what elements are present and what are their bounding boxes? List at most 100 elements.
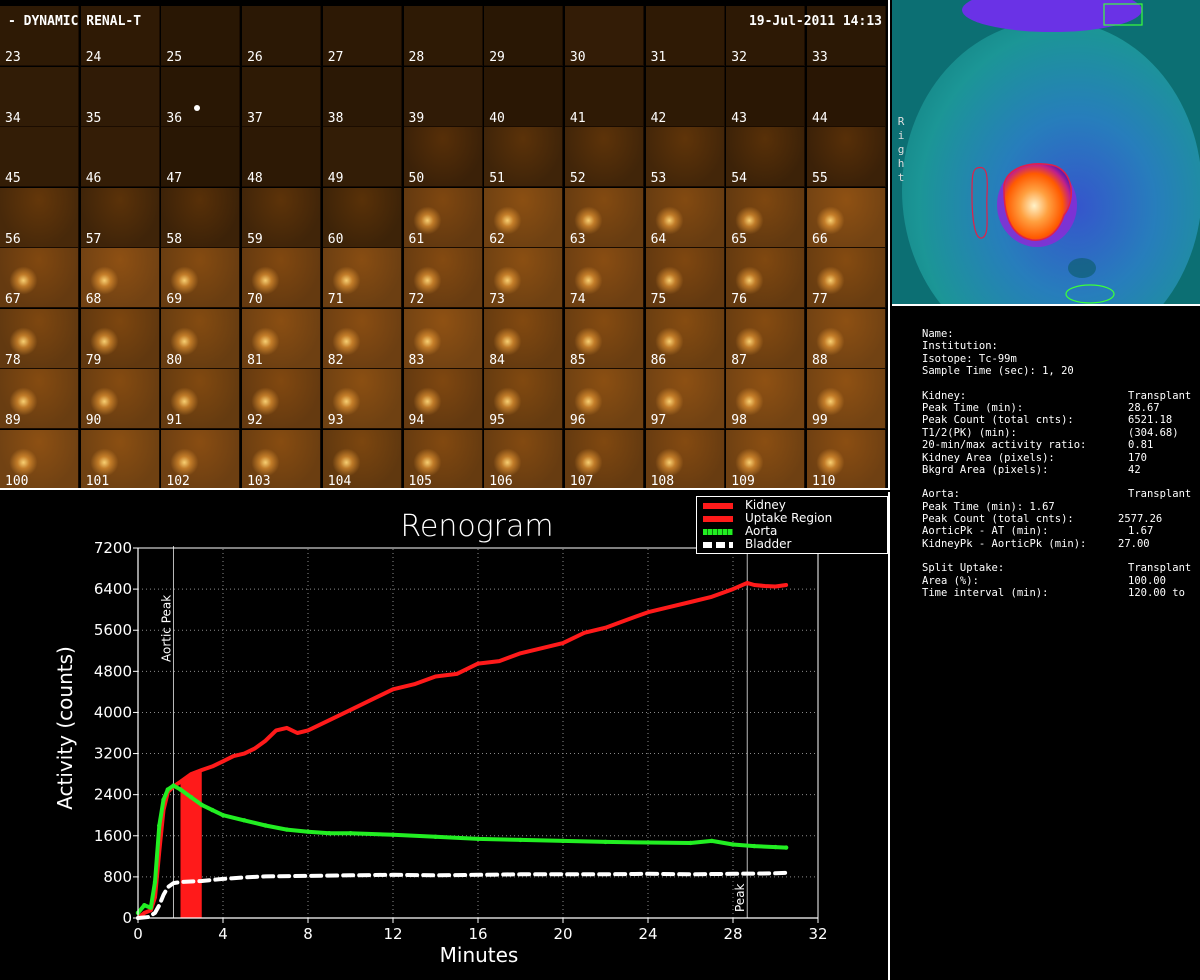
- frame-tile[interactable]: 81: [242, 308, 322, 369]
- frame-tile[interactable]: 69: [161, 248, 241, 308]
- frame-tile[interactable]: 43: [726, 66, 806, 127]
- series-line-kidney: [136, 580, 789, 920]
- series-layer: [135, 580, 789, 920]
- frame-tile[interactable]: 76: [726, 248, 806, 308]
- frame-tile[interactable]: 34: [0, 66, 79, 127]
- frame-tile[interactable]: 108: [645, 429, 725, 488]
- frame-tile[interactable]: 105: [403, 429, 483, 488]
- frame-tile[interactable]: 109: [726, 429, 806, 488]
- frame-tile[interactable]: 36: [161, 66, 241, 127]
- frame-tile[interactable]: 64: [645, 187, 725, 248]
- frame-tile[interactable]: 37: [242, 66, 322, 127]
- legend-item-aorta: Aorta: [697, 524, 887, 538]
- frame-tile[interactable]: 88: [807, 308, 886, 369]
- frame-tile[interactable]: 100: [0, 429, 79, 489]
- frame-tile[interactable]: 48: [242, 127, 322, 187]
- frame-tile[interactable]: 49: [322, 127, 402, 187]
- frames-grid: 23 24 25 26 27 28 29 30 31 32 33 34 35 36 37 38 39 40 41 42…: [0, 0, 888, 488]
- frame-tile[interactable]: 47: [161, 127, 241, 187]
- kidney-area-label: Kidney Area (pixels):: [922, 451, 1055, 464]
- frame-number: 30: [569, 50, 586, 65]
- frame-tile[interactable]: 92: [242, 369, 322, 429]
- frame-number: 53: [650, 171, 667, 186]
- frame-tile[interactable]: 66: [807, 187, 886, 248]
- frame-tile[interactable]: 84: [484, 308, 564, 369]
- frame-tile[interactable]: 83: [403, 308, 483, 369]
- frame-tile[interactable]: 102: [161, 429, 241, 488]
- frame-tile[interactable]: 52: [564, 127, 644, 187]
- frame-tile[interactable]: 44: [807, 66, 886, 127]
- frame-tile[interactable]: 73: [484, 248, 564, 308]
- frame-number: 66: [812, 231, 828, 247]
- frame-tile[interactable]: 77: [807, 248, 886, 308]
- frame-tile[interactable]: 35: [80, 66, 160, 127]
- frame-tile[interactable]: 96: [564, 369, 644, 429]
- frame-tile[interactable]: 53: [645, 127, 725, 187]
- legend-label-uptake-region: Uptake Region: [745, 511, 833, 525]
- frame-tile[interactable]: 94: [403, 369, 483, 429]
- frame-tile[interactable]: 27: [322, 6, 402, 66]
- frame-tile[interactable]: 50: [403, 127, 483, 187]
- frame-number: 100: [5, 473, 29, 489]
- frame-tile[interactable]: 67: [0, 248, 79, 308]
- frame-tile[interactable]: 103: [242, 429, 322, 488]
- frame-tile[interactable]: 51: [484, 127, 564, 187]
- frame-tile[interactable]: 80: [161, 308, 241, 369]
- frame-tile[interactable]: 68: [80, 248, 160, 308]
- frame-tile[interactable]: 42: [645, 66, 725, 127]
- frame-tile[interactable]: 29: [484, 6, 564, 66]
- frame-tile[interactable]: 98: [726, 369, 806, 429]
- frame-tile[interactable]: 31: [645, 6, 725, 66]
- frame-tile[interactable]: 110: [807, 429, 886, 488]
- frame-tile[interactable]: 79: [80, 308, 160, 369]
- frame-number: 85: [569, 352, 586, 368]
- frame-tile[interactable]: 56: [0, 187, 79, 248]
- frame-tile[interactable]: 46: [80, 127, 160, 187]
- frame-tile[interactable]: 38: [322, 66, 402, 127]
- frame-tile[interactable]: 54: [726, 127, 806, 187]
- frame-tile[interactable]: 28: [403, 6, 483, 66]
- frame-tile[interactable]: 55: [807, 127, 886, 187]
- frame-tile[interactable]: 82: [322, 308, 402, 369]
- frame-tile[interactable]: 89: [0, 369, 79, 429]
- frame-tile[interactable]: 91: [161, 369, 241, 429]
- frame-number: 70: [247, 292, 263, 307]
- frame-tile[interactable]: 74: [564, 248, 644, 308]
- frame-tile[interactable]: 40: [484, 66, 564, 127]
- frame-tile[interactable]: 87: [726, 308, 806, 369]
- frame-number: 92: [247, 413, 263, 428]
- frame-tile[interactable]: 41: [564, 66, 644, 127]
- frame-tile[interactable]: 72: [403, 248, 483, 308]
- frame-tile[interactable]: 39: [403, 66, 483, 127]
- frame-number: 71: [327, 292, 344, 307]
- frame-tile[interactable]: 107: [564, 429, 644, 488]
- frame-tile[interactable]: 61: [403, 187, 483, 248]
- frame-tile[interactable]: 63: [564, 187, 644, 248]
- frame-tile[interactable]: 57: [80, 187, 160, 248]
- frame-tile[interactable]: 86: [645, 308, 725, 369]
- frame-tile[interactable]: 99: [807, 369, 886, 429]
- frame-tile[interactable]: 97: [645, 369, 725, 429]
- frame-tile[interactable]: 25: [161, 6, 241, 66]
- frame-tile[interactable]: 62: [484, 187, 564, 248]
- y-tick-label: 4000: [94, 703, 132, 721]
- frame-tile[interactable]: 104: [322, 429, 402, 488]
- frame-tile[interactable]: 90: [80, 369, 160, 429]
- frame-tile[interactable]: 58: [161, 187, 241, 248]
- frame-tile[interactable]: 106: [484, 429, 564, 488]
- frame-tile[interactable]: 45: [0, 127, 79, 187]
- frame-tile[interactable]: 60: [322, 187, 402, 248]
- frame-tile[interactable]: 95: [484, 369, 564, 429]
- frame-tile[interactable]: 101: [80, 429, 160, 488]
- frame-tile[interactable]: 75: [645, 248, 725, 308]
- frame-tile[interactable]: 30: [564, 6, 644, 66]
- annotation-layer: Aortic Peak Peak: [159, 546, 748, 918]
- frame-tile[interactable]: 78: [0, 308, 79, 369]
- frame-tile[interactable]: 71: [322, 248, 402, 308]
- frame-tile[interactable]: 65: [726, 187, 806, 248]
- frame-tile[interactable]: 70: [242, 248, 322, 308]
- frame-tile[interactable]: 59: [242, 187, 322, 248]
- frame-tile[interactable]: 85: [564, 308, 644, 369]
- frame-tile[interactable]: 93: [322, 369, 402, 429]
- frame-tile[interactable]: 26: [242, 6, 322, 66]
